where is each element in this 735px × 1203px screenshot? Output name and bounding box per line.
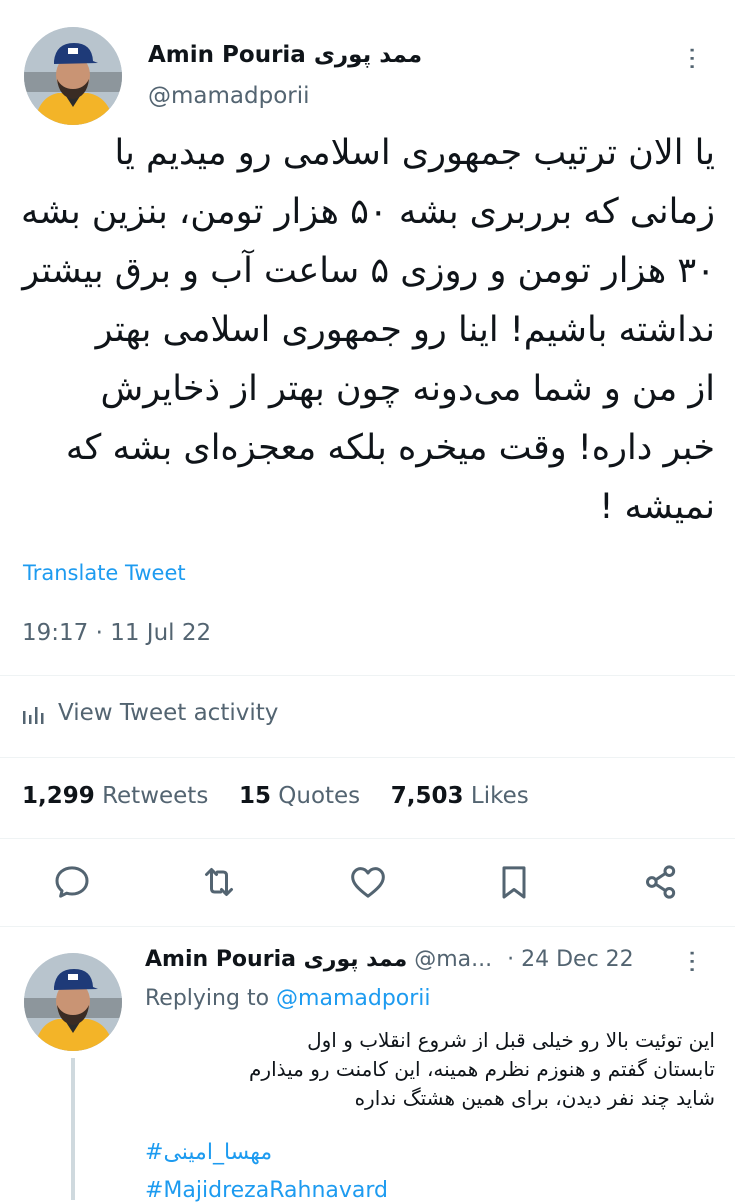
retweets-label: Retweets xyxy=(102,783,209,809)
author-avatar[interactable] xyxy=(24,27,122,125)
tweet-line: زمانی که برربری بشه ۵۰ هزار تومن، بنزین … xyxy=(20,192,715,232)
reply-author-avatar[interactable] xyxy=(24,953,122,1051)
tweet-line: ۳۰ هزار تومن و روزی ۵ ساعت آب و برق بیشت… xyxy=(22,251,715,291)
reply-more-options-button[interactable]: ··· xyxy=(676,949,706,974)
bookmark-icon xyxy=(502,866,526,899)
likes-stat[interactable]: 7,503 Likes xyxy=(391,783,529,809)
tweet-timestamp[interactable]: 19:17 · 11 Jul 22 xyxy=(22,620,211,646)
share-button[interactable] xyxy=(641,862,681,906)
retweets-stat[interactable]: 1,299 Retweets xyxy=(22,783,208,809)
view-tweet-activity-label: View Tweet activity xyxy=(58,700,279,726)
avatar-photo xyxy=(24,27,122,125)
divider xyxy=(0,838,735,839)
bookmark-button[interactable] xyxy=(494,862,534,906)
likes-count: 7,503 xyxy=(390,783,464,809)
divider xyxy=(0,757,735,758)
tweet-stats: 1,299 Retweets 15 Quotes 7,503 Likes xyxy=(22,783,529,809)
quotes-stat[interactable]: 15 Quotes xyxy=(239,783,360,809)
divider xyxy=(0,926,735,927)
reply-line: این توئیت بالا رو خیلی قبل از شروع انقلا… xyxy=(307,1028,715,1052)
author-name-row: Amin Pouria ممد پوری xyxy=(148,42,422,68)
avatar-photo xyxy=(24,953,122,1051)
share-icon xyxy=(646,865,676,899)
thread-connector-line xyxy=(71,1058,75,1200)
divider xyxy=(0,675,735,676)
quotes-count: 15 xyxy=(238,783,271,809)
reply-date[interactable]: · 24 Dec 22 xyxy=(507,947,634,972)
tweet-line: یا الان ترتیب جمهوری اسلامی رو میدیم یا xyxy=(114,133,715,173)
like-icon xyxy=(351,867,385,898)
tweet-line: خبر داره! وقت میخره بلکه معجزه‌ای بشه که xyxy=(65,428,715,468)
quotes-label: Quotes xyxy=(278,783,361,809)
reply-icon xyxy=(55,866,89,898)
retweet-button[interactable] xyxy=(199,862,239,906)
replying-to: Replying to @mamadporii xyxy=(145,986,431,1011)
author-handle[interactable]: @mamadporii xyxy=(148,83,310,109)
tweet-line: نداشته باشیم! اینا رو جمهوری اسلامی بهتر xyxy=(95,310,715,350)
reply-button[interactable] xyxy=(52,862,92,906)
hashtag-link[interactable]: #MajidrezaRahnavard xyxy=(145,1178,388,1203)
view-tweet-activity[interactable]: View Tweet activity xyxy=(22,700,278,726)
reply-author-name[interactable]: Amin Pouria ممد پوری xyxy=(145,947,407,972)
replying-to-prefix: Replying to xyxy=(145,986,270,1011)
reply-line: شاید چند نفر دیدن، برای همین هشتگ نداره xyxy=(354,1086,715,1110)
translate-tweet-link[interactable]: Translate Tweet xyxy=(23,561,186,585)
like-button[interactable] xyxy=(348,862,388,906)
author-name[interactable]: Amin Pouria ممد پوری xyxy=(148,42,422,68)
retweet-icon xyxy=(205,868,233,896)
activity-chart-icon xyxy=(23,707,44,724)
tweet-text: یا الان ترتیب جمهوری اسلامی رو میدیم یا … xyxy=(20,124,715,537)
retweets-count: 1,299 xyxy=(22,783,95,809)
tweet-line: از من و شما می‌دونه چون بهتر از ذخایرش xyxy=(100,369,715,409)
reply-header: Amin Pouria ممد پوری @ma... · 24 Dec 22 xyxy=(145,947,634,972)
likes-label: Likes xyxy=(470,783,529,809)
reply-text: این توئیت بالا رو خیلی قبل از شروع انقلا… xyxy=(145,1026,715,1113)
hashtag-link[interactable]: #مهسا_امینی xyxy=(145,1140,272,1165)
tweet-line: نمیشه ! xyxy=(599,487,715,527)
more-options-button[interactable]: ··· xyxy=(676,46,706,71)
reply-author-handle[interactable]: @ma... xyxy=(414,947,492,972)
reply-line: تابستان گفتم و هنوزم نظرم همینه، این کام… xyxy=(249,1057,715,1081)
replying-to-handle[interactable]: @mamadporii xyxy=(276,986,430,1011)
